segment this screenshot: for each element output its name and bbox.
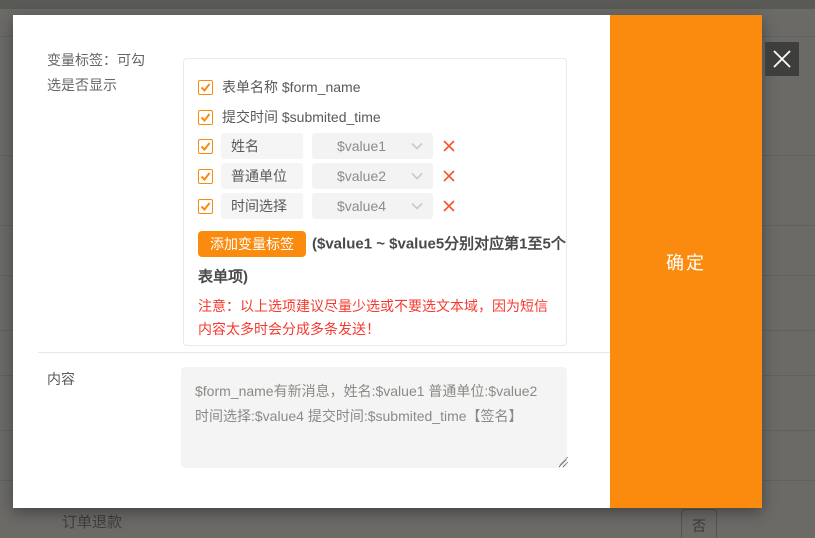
- add-variable-tag-button[interactable]: 添加变量标签: [198, 231, 306, 257]
- refund-toggle-button[interactable]: 否: [681, 509, 717, 538]
- chevron-down-icon: [411, 142, 423, 150]
- remove-variable-button[interactable]: [442, 169, 456, 183]
- check-icon: [200, 112, 211, 123]
- confirm-button[interactable]: 确定: [610, 15, 762, 508]
- chevron-down-icon: [411, 172, 423, 180]
- variable-select[interactable]: $value2: [312, 163, 433, 189]
- x-icon: [442, 169, 456, 183]
- check-icon: [200, 82, 211, 93]
- variable-select-value: $value2: [312, 168, 411, 184]
- variable-options-box: 表单名称 $form_name 提交时间 $submited_time 姓名 $…: [183, 58, 567, 346]
- remove-variable-button[interactable]: [442, 139, 456, 153]
- confirm-button-label: 确定: [666, 249, 706, 275]
- variable-row: 姓名 $value1: [198, 133, 456, 159]
- remove-variable-button[interactable]: [442, 199, 456, 213]
- chevron-down-icon: [411, 202, 423, 210]
- submit-time-checkbox[interactable]: [198, 110, 213, 125]
- field-label: 普通单位: [221, 163, 303, 189]
- check-icon: [200, 141, 211, 152]
- x-icon: [442, 139, 456, 153]
- variable-select[interactable]: $value4: [312, 193, 433, 219]
- variable-select[interactable]: $value1: [312, 133, 433, 159]
- content-textarea[interactable]: $form_name有新消息，姓名:$value1 普通单位:$value2 时…: [181, 367, 567, 468]
- fixed-option-row: 表单名称 $form_name: [198, 77, 360, 97]
- check-icon: [200, 171, 211, 182]
- variable-checkbox[interactable]: [198, 199, 213, 214]
- variable-select-value: $value4: [312, 198, 411, 214]
- dialog-section-label: 变量标签：可勾选是否显示: [47, 48, 153, 98]
- variable-select-value: $value1: [312, 138, 411, 154]
- x-icon: [442, 199, 456, 213]
- close-button[interactable]: [765, 42, 799, 76]
- fixed-option-label: 提交时间 $submited_time: [222, 107, 381, 127]
- variable-checkbox[interactable]: [198, 169, 213, 184]
- variable-row: 普通单位 $value2: [198, 163, 456, 189]
- field-label: 姓名: [221, 133, 303, 159]
- divider: [38, 352, 610, 353]
- background-topbar: [0, 0, 815, 9]
- content-label: 内容: [47, 369, 75, 389]
- variable-checkbox[interactable]: [198, 139, 213, 154]
- field-label: 时间选择: [221, 193, 303, 219]
- form-name-checkbox[interactable]: [198, 80, 213, 95]
- fixed-option-label: 表单名称 $form_name: [222, 77, 360, 97]
- background-row-label: 订单退款: [62, 511, 122, 532]
- warning-note: 注意：以上选项建议尽量少选或不要选文本域，因为短信内容太多时会分成多条发送！: [198, 295, 560, 341]
- variable-row: 时间选择 $value4: [198, 193, 456, 219]
- close-icon: [771, 48, 793, 70]
- fixed-option-row: 提交时间 $submited_time: [198, 107, 381, 127]
- check-icon: [200, 201, 211, 212]
- sms-variable-dialog: 变量标签：可勾选是否显示 表单名称 $form_name 提交时间 $submi…: [13, 15, 762, 508]
- add-variable-block: 添加变量标签($value1 ~ $value5分别对应第1至5个表单项): [198, 227, 566, 294]
